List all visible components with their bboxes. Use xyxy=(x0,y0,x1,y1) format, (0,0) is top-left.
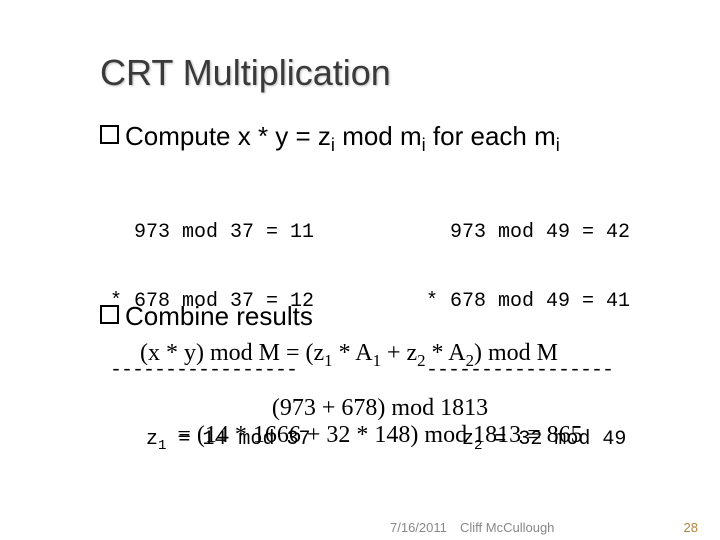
bullet-combine: Combine results xyxy=(100,302,313,331)
formula-line: (x * y) mod M = (z1 * A1 + z2 * A2) mod … xyxy=(140,340,558,367)
footer-page-number: 28 xyxy=(684,520,698,535)
bullet2-text: Combine results xyxy=(125,301,313,331)
formula-s2: 2 xyxy=(417,351,425,370)
formula-s1: 1 xyxy=(324,351,332,370)
calc-line2: = (14 * 1666 + 32 * 148) mod 1813 ≡ 865 xyxy=(110,422,650,449)
sub-i-3: i xyxy=(556,135,560,155)
formula-mid1: * A xyxy=(333,340,373,366)
formula-pre: (x * y) mod M = (z xyxy=(140,340,324,366)
right-line2: * 678 mod 49 = 41 xyxy=(426,290,630,313)
formula-end: ) mod M xyxy=(474,340,558,366)
left-line1: 973 mod 37 = 11 xyxy=(110,221,314,244)
bullet1-text-mid2: for each m xyxy=(426,121,556,151)
bullet1-text-pre: Compute x * y = z xyxy=(125,121,331,151)
formula-a2-sub: 2 xyxy=(466,351,474,370)
formula-mid3: * A xyxy=(426,340,466,366)
slide-title: CRT Multiplication xyxy=(100,52,391,94)
bullet1-text-mid: mod m xyxy=(335,121,422,151)
formula-mid2: + z xyxy=(381,340,417,366)
bullet-compute: Compute x * y = zi mod mi for each mi xyxy=(100,122,560,151)
footer-date: 7/16/2011 xyxy=(390,520,447,535)
bullet-box-icon-2 xyxy=(100,305,119,324)
slide: CRT Multiplication Compute x * y = zi mo… xyxy=(0,0,720,540)
right-line1: 973 mod 49 = 42 xyxy=(426,221,630,244)
calc-line1: (973 + 678) mod 1813 xyxy=(110,395,650,422)
formula-a1-sub: 1 xyxy=(373,351,381,370)
footer-author: Cliff McCullough xyxy=(460,520,554,535)
calc-block: (973 + 678) mod 1813 = (14 * 1666 + 32 *… xyxy=(110,395,650,449)
bullet-box-icon xyxy=(100,125,119,144)
